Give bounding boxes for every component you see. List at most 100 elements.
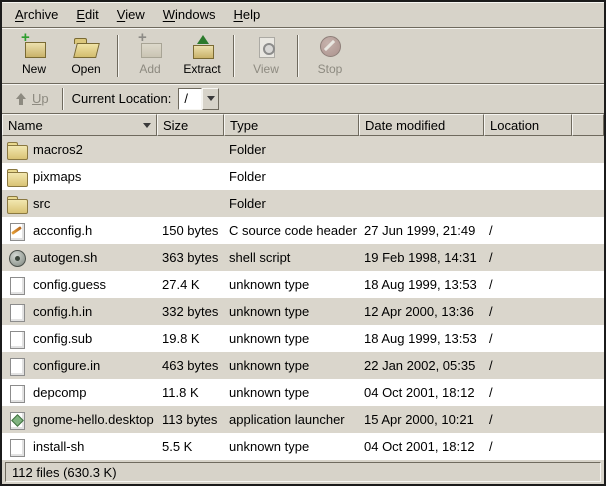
menu-windows[interactable]: Windows	[154, 3, 225, 26]
menu-item-label: Edit	[76, 7, 98, 22]
table-row[interactable]: autogen.sh 363 bytes shell script 19 Feb…	[2, 244, 604, 271]
name-cell: gnome-hello.desktop	[2, 406, 157, 433]
toolbar-button-label: Extract	[183, 62, 220, 76]
menu-view[interactable]: View	[108, 3, 154, 26]
table-row[interactable]: depcomp 11.8 K unknown type 04 Oct 2001,…	[2, 379, 604, 406]
name-cell: depcomp	[2, 379, 157, 406]
column-header-label: Date modified	[365, 118, 445, 133]
column-header-name[interactable]: Name	[2, 114, 157, 136]
launcher-icon	[7, 411, 27, 429]
column-header-label: Name	[8, 118, 43, 133]
add-files-icon	[137, 35, 163, 59]
view-button: View	[240, 32, 292, 80]
view-file-icon	[253, 35, 279, 59]
file-date-modified: 12 Apr 2000, 13:36	[359, 298, 484, 325]
toolbar-separator	[117, 35, 119, 77]
column-header-type[interactable]: Type	[224, 114, 359, 136]
status-bar: 112 files (630.3 K)	[2, 460, 604, 484]
file-type: application launcher	[224, 406, 359, 433]
file-size: 19.8 K	[157, 325, 224, 352]
up-button-label: Up	[32, 91, 49, 106]
open-button[interactable]: Open	[60, 32, 112, 80]
table-row[interactable]: config.guess 27.4 K unknown type 18 Aug …	[2, 271, 604, 298]
toolbar: New Open Add Extract View Stop	[2, 28, 604, 84]
name-cell: config.sub	[2, 325, 157, 352]
column-header-label: Location	[490, 118, 539, 133]
file-type: shell script	[224, 244, 359, 271]
file-type: Folder	[224, 163, 359, 190]
file-location	[484, 136, 572, 163]
document-icon	[7, 357, 27, 375]
name-cell: macros2	[2, 136, 157, 163]
file-date-modified: 18 Aug 1999, 13:53	[359, 271, 484, 298]
shell-script-icon	[7, 249, 27, 267]
file-date-modified	[359, 190, 484, 217]
column-header-label: Type	[230, 118, 258, 133]
file-name: autogen.sh	[33, 250, 97, 265]
table-row[interactable]: config.h.in 332 bytes unknown type 12 Ap…	[2, 298, 604, 325]
menu-item-label: Archive	[15, 7, 58, 22]
file-date-modified: 27 Jun 1999, 21:49	[359, 217, 484, 244]
open-folder-icon	[73, 35, 99, 59]
menu-edit[interactable]: Edit	[67, 3, 107, 26]
file-location: /	[484, 298, 572, 325]
table-row[interactable]: macros2 Folder	[2, 136, 604, 163]
file-name: depcomp	[33, 385, 86, 400]
new-button[interactable]: New	[8, 32, 60, 80]
up-button: Up	[10, 89, 54, 108]
table-header: Name Size Type Date modified Location	[2, 114, 604, 136]
file-date-modified: 18 Aug 1999, 13:53	[359, 325, 484, 352]
menu-help[interactable]: Help	[224, 3, 269, 26]
table-row[interactable]: config.sub 19.8 K unknown type 18 Aug 19…	[2, 325, 604, 352]
table-row[interactable]: configure.in 463 bytes unknown type 22 J…	[2, 352, 604, 379]
file-date-modified: 22 Jan 2002, 05:35	[359, 352, 484, 379]
chevron-down-icon	[207, 96, 215, 101]
file-location: /	[484, 379, 572, 406]
file-name: pixmaps	[33, 169, 81, 184]
file-location: /	[484, 271, 572, 298]
menu-archive[interactable]: Archive	[6, 3, 67, 26]
file-name: configure.in	[33, 358, 100, 373]
name-cell: acconfig.h	[2, 217, 157, 244]
menu-item-label: View	[117, 7, 145, 22]
document-icon	[7, 384, 27, 402]
name-cell: src	[2, 190, 157, 217]
file-size: 5.5 K	[157, 433, 224, 460]
file-type: unknown type	[224, 298, 359, 325]
name-cell: config.guess	[2, 271, 157, 298]
file-size: 27.4 K	[157, 271, 224, 298]
file-type: unknown type	[224, 325, 359, 352]
toolbar-button-label: View	[253, 62, 279, 76]
location-combo-dropdown-button[interactable]	[202, 88, 219, 110]
file-name: config.h.in	[33, 304, 92, 319]
folder-icon	[7, 141, 27, 159]
column-header-loc[interactable]: Location	[484, 114, 572, 136]
file-name: install-sh	[33, 439, 84, 454]
locationbar-separator	[62, 88, 64, 110]
add-button: Add	[124, 32, 176, 80]
document-icon	[7, 303, 27, 321]
file-location: /	[484, 244, 572, 271]
stop-button: Stop	[304, 32, 356, 80]
location-combo[interactable]: /	[178, 88, 219, 110]
file-type: Folder	[224, 190, 359, 217]
toolbar-button-label: Add	[139, 62, 160, 76]
file-location	[484, 163, 572, 190]
table-row[interactable]: gnome-hello.desktop 113 bytes applicatio…	[2, 406, 604, 433]
name-cell: install-sh	[2, 433, 157, 460]
column-header-date[interactable]: Date modified	[359, 114, 484, 136]
column-header-size[interactable]: Size	[157, 114, 224, 136]
status-text: 112 files (630.3 K)	[12, 465, 117, 480]
file-type: unknown type	[224, 433, 359, 460]
table-row[interactable]: pixmaps Folder	[2, 163, 604, 190]
file-location: /	[484, 406, 572, 433]
table-row[interactable]: acconfig.h 150 bytes C source code heade…	[2, 217, 604, 244]
document-icon	[7, 330, 27, 348]
file-name: acconfig.h	[33, 223, 92, 238]
file-date-modified	[359, 163, 484, 190]
table-row[interactable]: src Folder	[2, 190, 604, 217]
table-row[interactable]: install-sh 5.5 K unknown type 04 Oct 200…	[2, 433, 604, 460]
extract-button[interactable]: Extract	[176, 32, 228, 80]
toolbar-button-label: New	[22, 62, 46, 76]
location-combo-value: /	[178, 88, 202, 110]
